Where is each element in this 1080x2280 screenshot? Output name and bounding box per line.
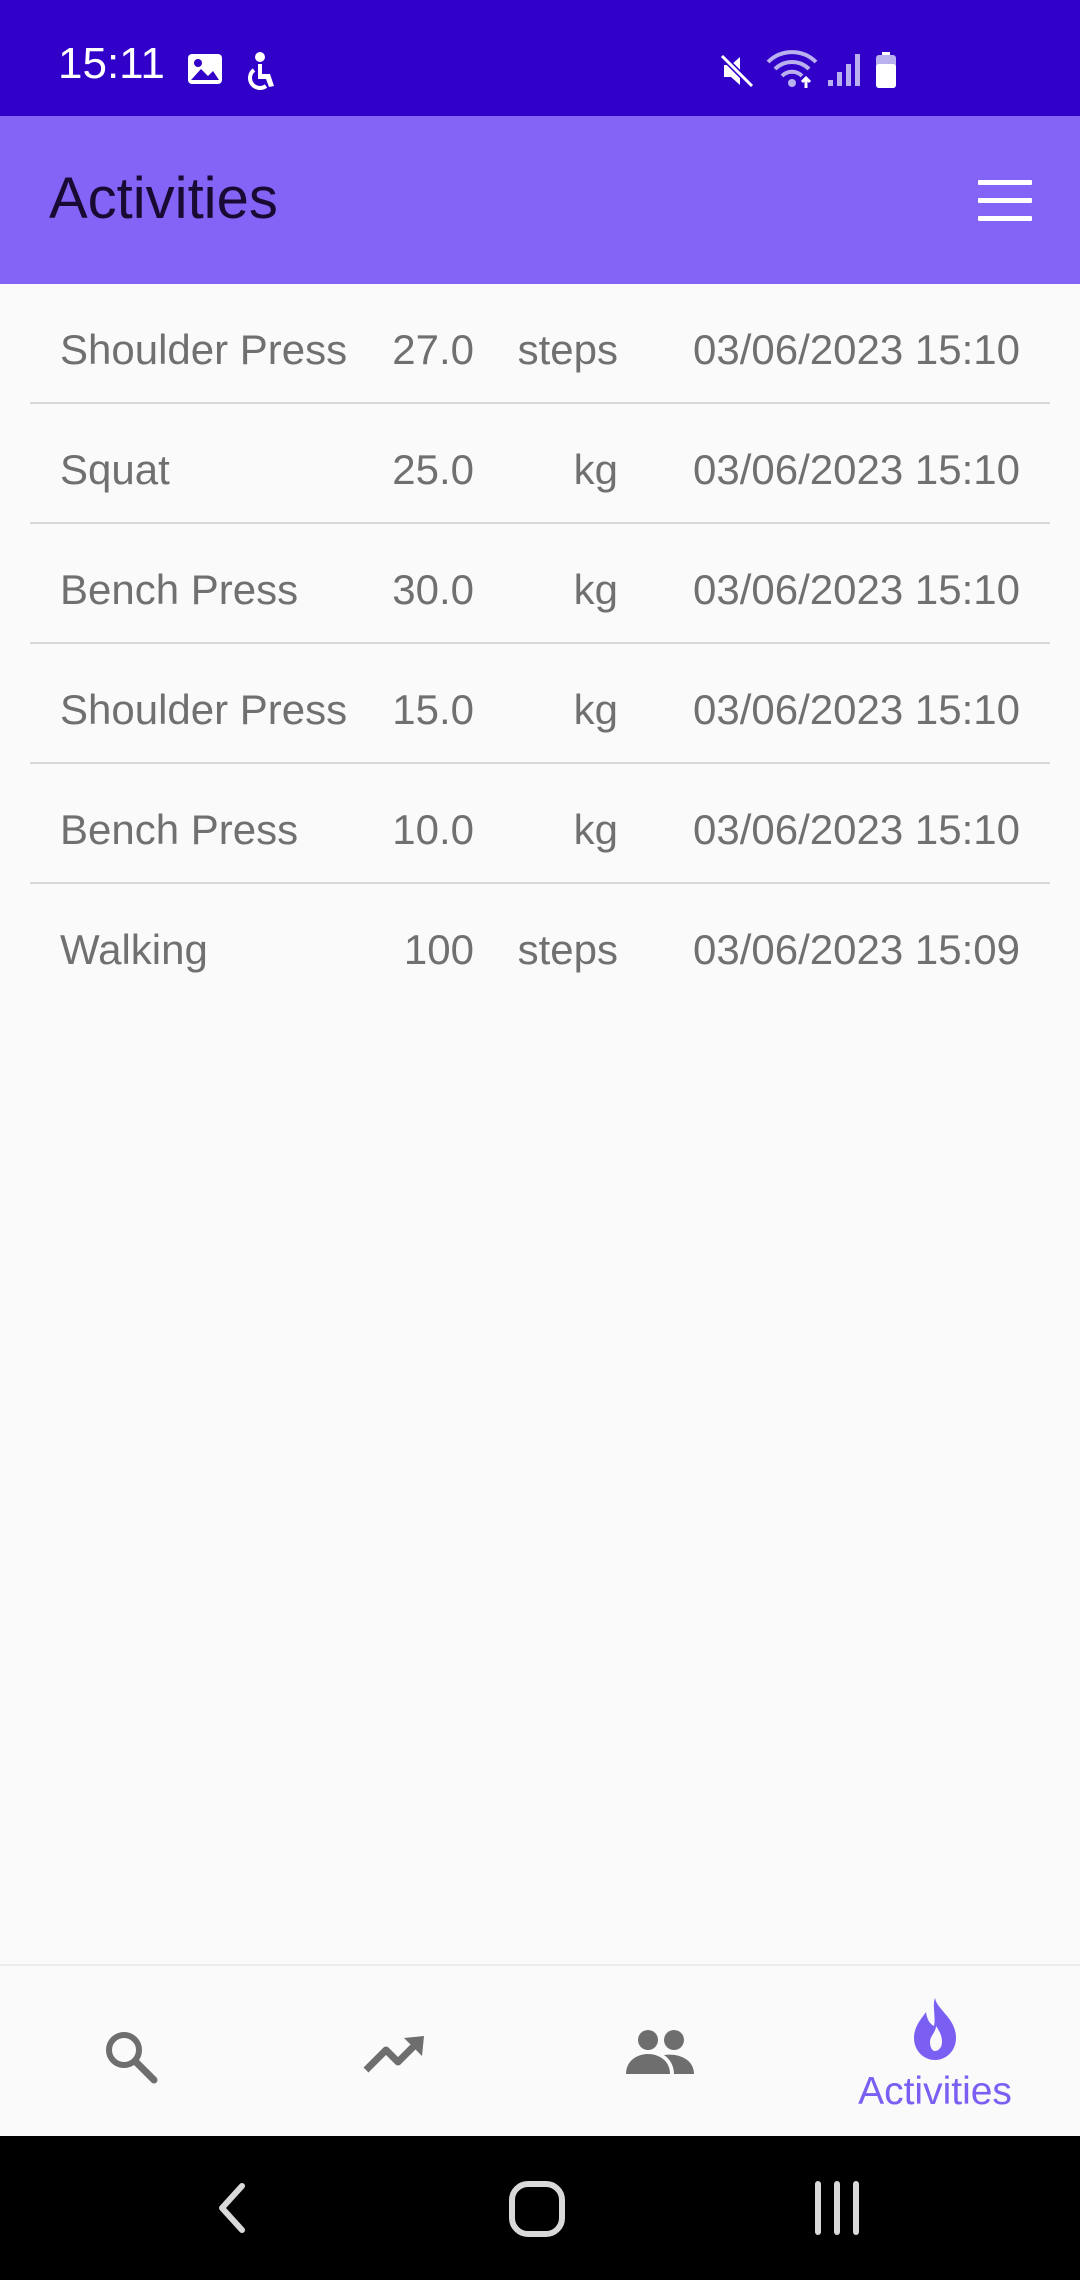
activity-name: Squat: [60, 446, 170, 493]
system-navigation-bar: [0, 2136, 1080, 2280]
people-icon: [626, 2030, 694, 2074]
activity-value: 27.0: [392, 326, 474, 373]
activity-unit: steps: [517, 326, 618, 373]
activity-datetime: 03/06/2023 15:10: [693, 566, 1020, 613]
activity-unit: kg: [573, 446, 618, 493]
activity-datetime: 03/06/2023 15:09: [693, 926, 1020, 973]
nav-activities[interactable]: Activities: [800, 1966, 1070, 2138]
hamburger-menu-icon: [978, 180, 1032, 185]
signal-icon: [828, 54, 860, 86]
battery-icon: [876, 52, 896, 88]
activity-list: Shoulder Press 27.0 steps 03/06/2023 15:…: [0, 284, 1080, 1004]
list-item[interactable]: Walking 100 steps 03/06/2023 15:09: [30, 884, 1050, 1004]
list-item[interactable]: Bench Press 30.0 kg 03/06/2023 15:10: [30, 524, 1050, 644]
list-item[interactable]: Squat 25.0 kg 03/06/2023 15:10: [30, 404, 1050, 524]
activity-value: 100: [403, 926, 474, 973]
recent-apps-icon[interactable]: [812, 2180, 862, 2236]
activity-name: Shoulder Press: [60, 326, 348, 373]
app-bar: Activities: [0, 116, 1080, 284]
search-icon: [106, 2032, 158, 2084]
image-icon: [188, 54, 222, 84]
activity-value: 25.0: [392, 446, 474, 493]
status-bar: 15:11: [0, 0, 1080, 116]
home-icon[interactable]: [508, 2180, 566, 2238]
status-time: 15:11: [58, 39, 165, 88]
wifi-icon: [766, 50, 818, 88]
mute-icon: [719, 53, 755, 89]
activity-name: Bench Press: [60, 806, 299, 853]
nav-trends[interactable]: [270, 1966, 540, 2138]
list-item[interactable]: Bench Press 10.0 kg 03/06/2023 15:10: [30, 764, 1050, 884]
activity-unit: kg: [573, 806, 618, 853]
nav-label-activities: Activities: [858, 2070, 1012, 2113]
bottom-navigation: Activities: [0, 1964, 1080, 2136]
activity-value: 15.0: [392, 686, 474, 733]
activity-name: Bench Press: [60, 566, 299, 613]
flame-icon: [914, 1998, 956, 2060]
list-item[interactable]: Shoulder Press 15.0 kg 03/06/2023 15:10: [30, 644, 1050, 764]
activity-datetime: 03/06/2023 15:10: [693, 806, 1020, 853]
activity-unit: kg: [573, 566, 618, 613]
trending-up-icon: [363, 2036, 424, 2073]
accessibility-icon: [248, 52, 274, 90]
menu-button[interactable]: [970, 176, 1040, 226]
activity-unit: steps: [517, 926, 618, 973]
activity-datetime: 03/06/2023 15:10: [693, 326, 1020, 373]
nav-people[interactable]: [540, 1966, 810, 2138]
activity-unit: kg: [573, 686, 618, 733]
activity-name: Walking: [60, 926, 208, 973]
activity-value: 30.0: [392, 566, 474, 613]
nav-search[interactable]: [0, 1966, 270, 2138]
back-icon[interactable]: [212, 2180, 252, 2236]
list-item[interactable]: Shoulder Press 27.0 steps 03/06/2023 15:…: [30, 284, 1050, 404]
activity-datetime: 03/06/2023 15:10: [693, 686, 1020, 733]
activity-value: 10.0: [392, 806, 474, 853]
activity-name: Shoulder Press: [60, 686, 348, 733]
page-title: Activities: [49, 166, 278, 231]
activity-datetime: 03/06/2023 15:10: [693, 446, 1020, 493]
